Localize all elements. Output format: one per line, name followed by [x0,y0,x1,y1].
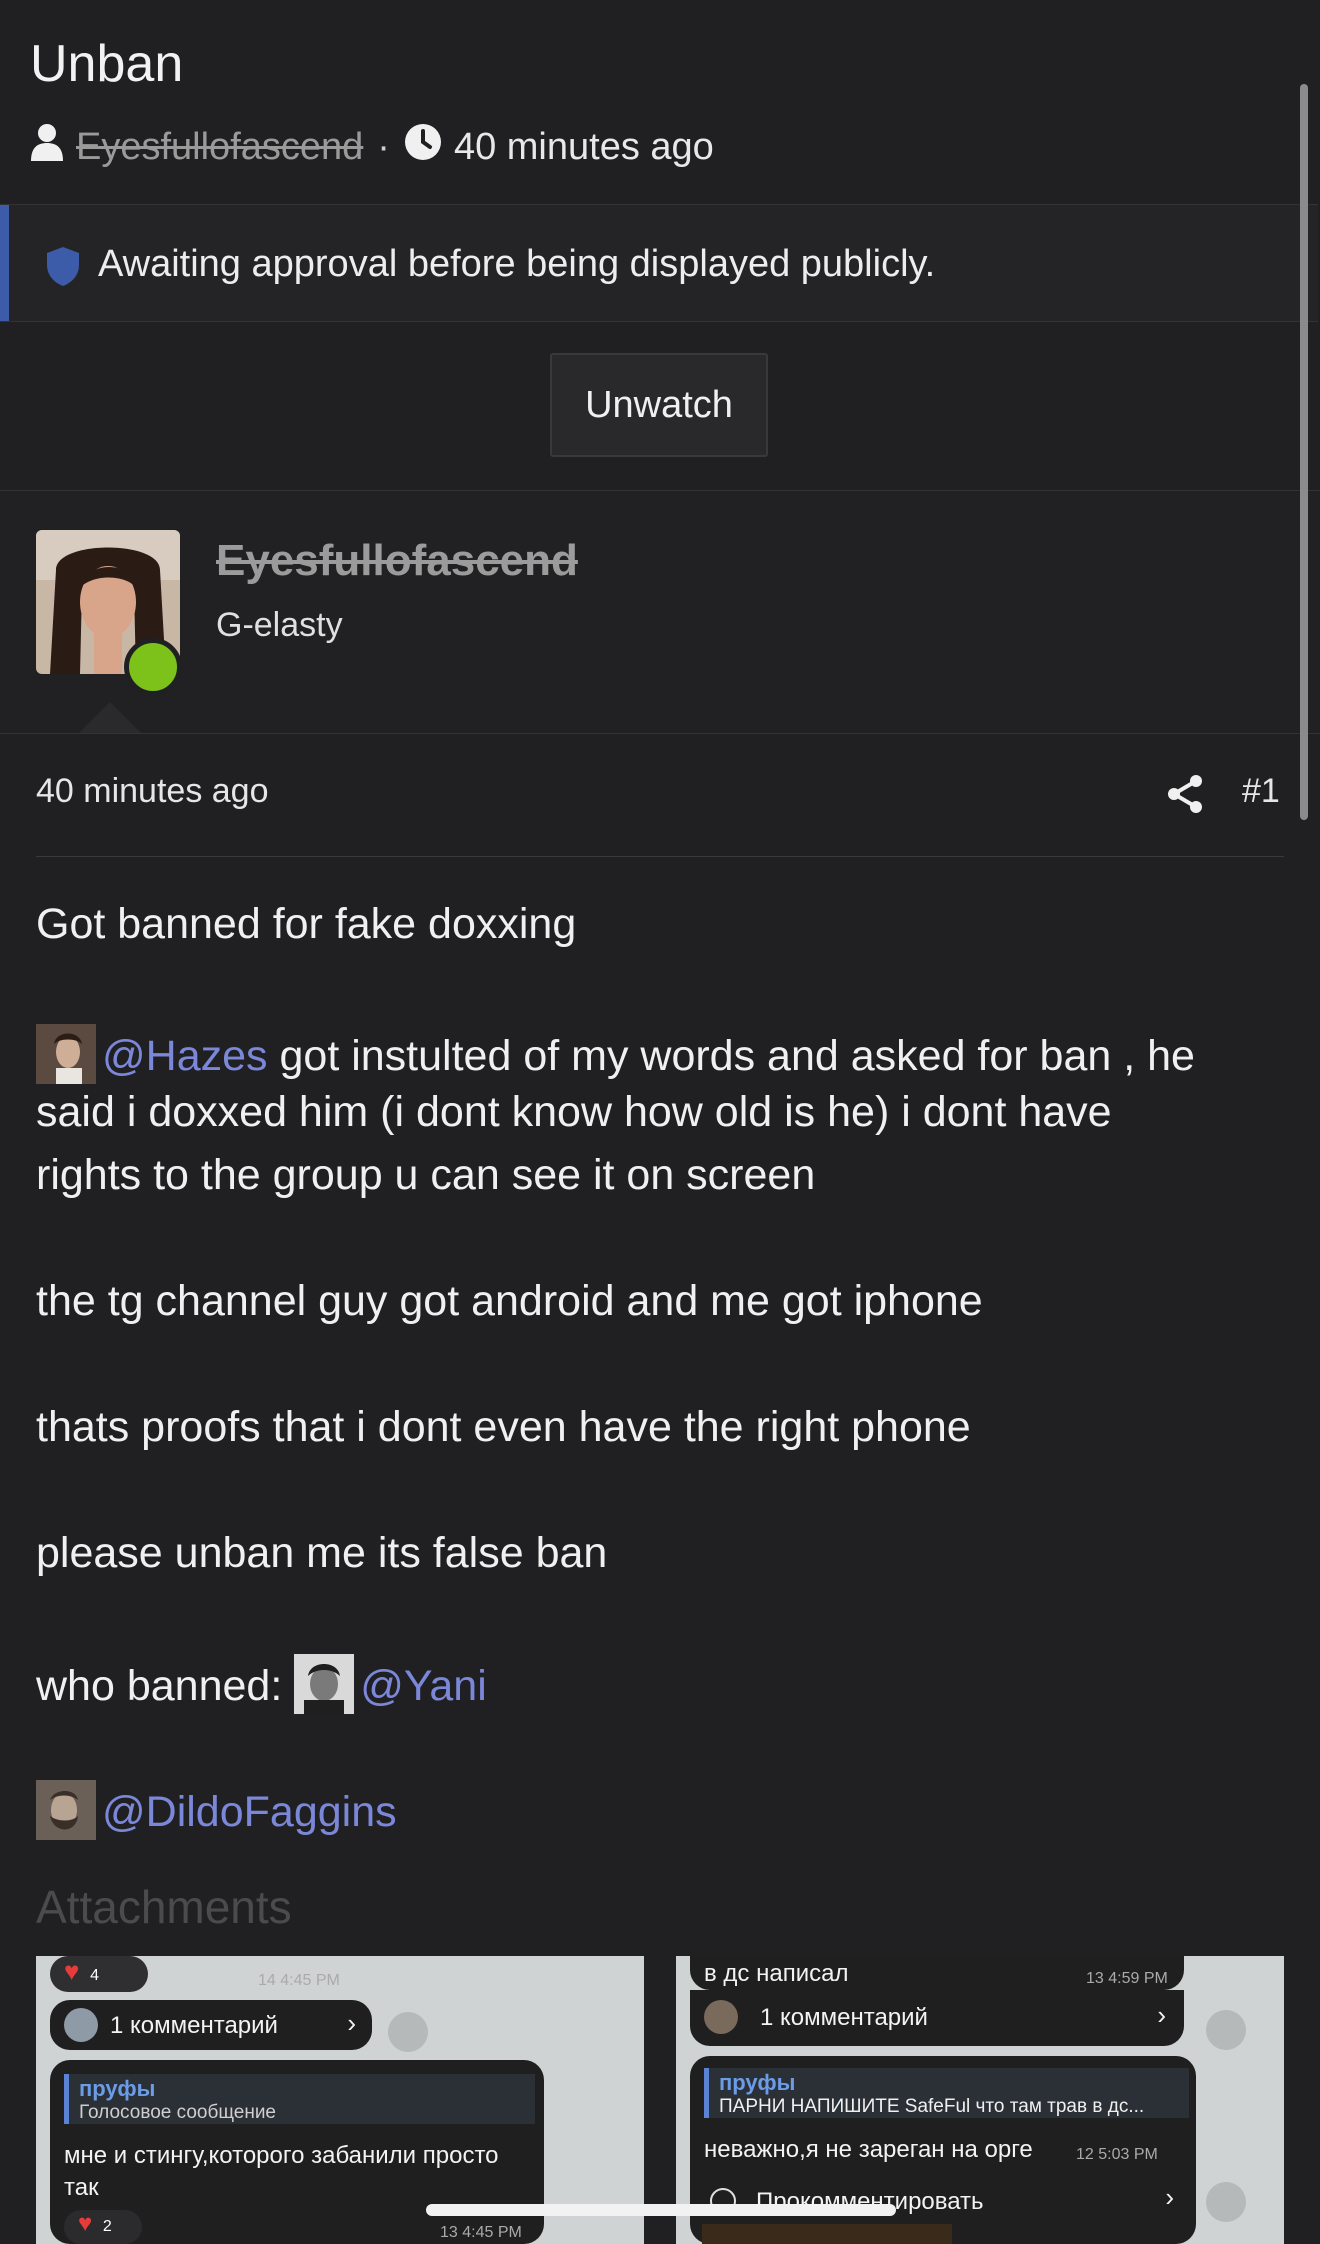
message-bubble: в дс написал 13 4:59 PM [690,1956,1184,1990]
message-text: в дс написал [704,1960,849,1987]
clock-icon [404,123,442,171]
message-time: 14 4:45 PM [258,1972,340,1989]
unwatch-button[interactable]: Unwatch [550,353,768,457]
post-text-line: @DildoFaggins [36,1780,397,1840]
reply-quote: пруфы Голосовое сообщение [64,2074,535,2124]
user-icon [30,123,64,171]
avatar [704,2000,738,2034]
post-text-line: please unban me its false ban [36,1529,608,1577]
comments-row: 1 комментарий › [690,1990,1184,2046]
thread-page: Unban Eyesfullofascend · 40 minutes ago … [0,0,1320,2244]
post-text: got instulted of my words and asked for … [267,1032,1195,1080]
comments-label: 1 комментарий [760,2004,928,2031]
attachment-thumbnail[interactable]: ♥ 4 14 4:45 PM 1 комментарий › пруфы Гол… [36,1956,644,2244]
thread-title: Unban [30,35,184,93]
attachments-heading: Attachments [36,1881,292,1933]
message-time: 12 5:03 PM [1076,2146,1158,2163]
post-username[interactable]: Eyesfullofascend [216,536,578,586]
post-text-line: Got banned for fake doxxing [36,900,577,948]
reaction-count: 4 [90,1967,100,1984]
home-indicator [426,2204,896,2216]
reaction-count: 2 [102,2218,112,2235]
message-text: неважно,я не зареган на орге [704,2136,1033,2163]
notice-text: Awaiting approval before being displayed… [98,243,936,285]
forward-icon [1206,2182,1246,2222]
mention-avatar [36,1024,96,1084]
mention-avatar [36,1780,96,1840]
divider [36,856,1284,857]
post-text-line: @Hazes got instulted of my words and ask… [36,1024,1195,1084]
post-text-line: thats proofs that i dont even have the r… [36,1403,971,1451]
mention-avatar [294,1654,355,1714]
shield-icon [44,245,82,292]
awaiting-approval-notice: Awaiting approval before being displayed… [0,204,1318,322]
post-time[interactable]: 40 minutes ago [36,772,269,811]
message-text: мне и стингу,которого забанили просто [64,2142,499,2169]
post-pointer [78,702,142,734]
quote-title: пруфы [79,2076,156,2101]
comment-button[interactable]: Прокомментировать › [704,2182,1182,2222]
share-icon[interactable] [1166,774,1204,819]
message-bubble: пруфы Голосовое сообщение мне и стингу,к… [50,2060,544,2244]
message-time: 13 4:59 PM [1086,1970,1168,1987]
forward-icon [388,2012,428,2052]
reaction-badge: ♥ 2 [64,2210,142,2244]
heart-icon: ♥ [64,1956,80,1986]
comments-row: 1 комментарий › [50,2000,372,2050]
message-text: так [64,2174,99,2201]
message-time: 13 4:45 PM [440,2224,522,2241]
attachment-thumbnail[interactable]: в дс написал 13 4:59 PM 1 комментарий › … [676,1956,1284,2244]
post-text-line: the tg channel guy got android and me go… [36,1277,983,1325]
quote-subtitle: ПАРНИ НАПИШИТЕ SafeFul что там трав в дс… [719,2096,1145,2117]
quote-subtitle: Голосовое сообщение [79,2102,276,2123]
post-user-block [0,491,1320,733]
divider [0,733,1320,734]
online-status-indicator [124,638,182,696]
chevron-right-icon: › [347,2008,356,2038]
reaction-badge: ♥ 4 [50,1956,148,1992]
media-preview [702,2224,952,2244]
thread-meta: Eyesfullofascend · 40 minutes ago [30,124,714,170]
post-text-line: rights to the group u can see it on scre… [36,1151,816,1199]
post-text: who banned: [36,1662,295,1710]
mention-link-dildofaggins[interactable]: @DildoFaggins [102,1788,397,1836]
mention-link-hazes[interactable]: @Hazes [102,1032,268,1080]
post-text-line: said i doxxed him (i dont know how old i… [36,1088,1112,1136]
post-number[interactable]: #1 [1242,772,1280,811]
avatar [64,2008,98,2042]
meta-separator: · [377,125,390,168]
forward-icon [1206,2010,1246,2050]
scrollbar[interactable] [1300,84,1308,820]
reply-quote: пруфы ПАРНИ НАПИШИТЕ SafeFul что там тра… [704,2068,1189,2118]
thread-time[interactable]: 40 minutes ago [454,126,714,169]
heart-icon: ♥ [78,2210,93,2237]
thread-author-link[interactable]: Eyesfullofascend [76,126,363,169]
chevron-right-icon: › [1165,2182,1174,2212]
mention-link-yani[interactable]: @Yani [360,1662,487,1710]
quote-title: пруфы [719,2070,796,2095]
comments-label: 1 комментарий [110,2012,278,2039]
notice-accent-bar [0,205,9,321]
post-text-line: who banned: @Yani [36,1654,487,1714]
user-title: G-elasty [216,606,343,644]
chevron-right-icon: › [1157,2000,1166,2030]
